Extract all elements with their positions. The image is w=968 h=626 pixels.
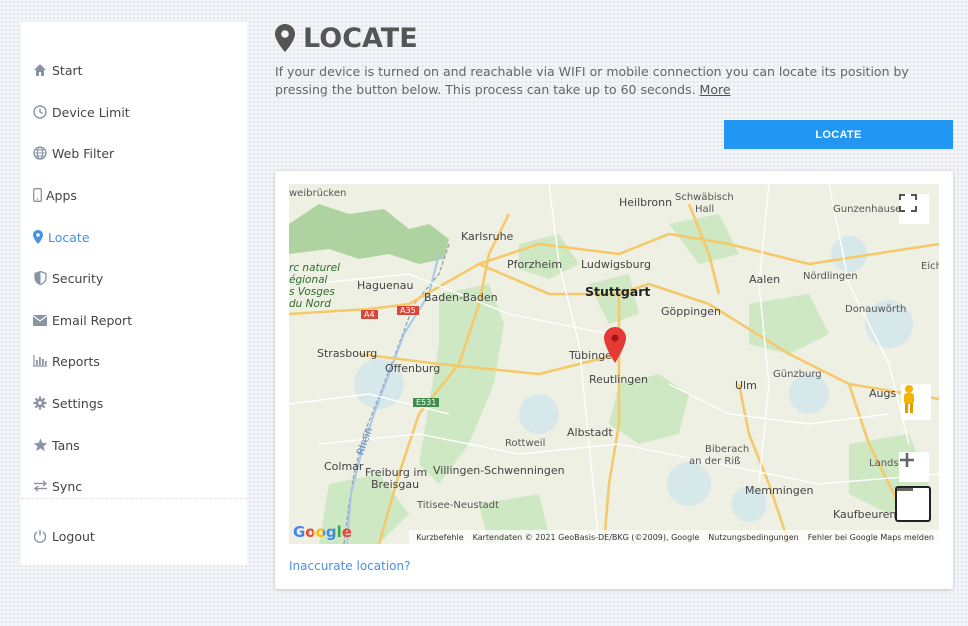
map-label: Göppingen	[661, 305, 721, 318]
zoom-out-button[interactable]	[895, 486, 931, 522]
map-label: Reutlingen	[589, 373, 649, 386]
map-label: Stuttgart	[585, 284, 651, 299]
map-label: du Nord	[289, 298, 331, 310]
sync-icon	[32, 478, 48, 494]
sidebar-item-label: Sync	[52, 478, 83, 494]
map-label: Rottweil	[505, 438, 546, 449]
sidebar-item-label: Settings	[52, 395, 104, 411]
envelope-icon	[32, 312, 48, 328]
sidebar-item-locate[interactable]: Locate	[32, 226, 90, 248]
map-label: Ulm	[735, 379, 757, 392]
logout-label: Logout	[52, 528, 95, 544]
map-label: Karlsruhe	[461, 230, 514, 243]
map-label: weibrücken	[289, 188, 347, 199]
map-label: Titisee-Neustadt	[417, 500, 499, 511]
map-label: Heilbronn	[619, 196, 673, 209]
sidebar-item-label: Locate	[48, 229, 90, 245]
sidebar-item-email-report[interactable]: Email Report	[32, 309, 132, 331]
map-label: Aalen	[749, 273, 781, 286]
sidebar-item-settings[interactable]: Settings	[32, 392, 103, 414]
map-label: Baden-Baden	[424, 291, 498, 304]
sidebar-item-label: Reports	[52, 353, 100, 369]
map-label: an der Riß	[689, 456, 741, 467]
map-label: rc naturel	[289, 262, 340, 274]
sidebar-item-label: Web Filter	[52, 145, 115, 161]
phone-icon	[32, 187, 42, 203]
map-label: Pforzheim	[507, 258, 563, 271]
shortcuts-link[interactable]: Kurzbefehle	[416, 533, 463, 542]
sidebar-item-label: Email Report	[52, 312, 133, 328]
map-pin-icon	[275, 24, 295, 52]
report-error-link[interactable]: Fehler bei Google Maps melden	[808, 533, 934, 542]
map-card: weibrücken Heilbronn Schwäbisch Hall Gun…	[275, 171, 953, 589]
sidebar-item-sync[interactable]: Sync	[32, 475, 82, 497]
map-attribution: Kurzbefehle Kartendaten © 2021 GeoBasis-…	[409, 530, 939, 544]
map-label: Colmar	[324, 460, 364, 473]
map-label: Eich	[921, 261, 939, 272]
sidebar-divider	[21, 498, 247, 499]
intro-description: If your device is turned on and reachabl…	[275, 64, 909, 97]
map-label: Albstadt	[567, 426, 613, 439]
star-icon	[32, 437, 48, 453]
map-label: Villingen-Schwenningen	[433, 464, 565, 477]
logout-button[interactable]: Logout	[32, 525, 95, 547]
sidebar-item-tans[interactable]: Tans	[32, 434, 80, 456]
sidebar-item-label: Tans	[52, 437, 80, 453]
map-label: Hall	[695, 204, 715, 215]
sidebar-item-start[interactable]: Start	[32, 59, 83, 81]
map-label: Biberach	[705, 444, 750, 455]
sidebar-item-label: Security	[52, 270, 104, 286]
sidebar-item-device-limit[interactable]: Device Limit	[32, 101, 130, 123]
sidebar-item-label: Start	[52, 62, 83, 78]
map-label: s Vosges	[289, 286, 335, 298]
map-label: Breisgau	[371, 478, 420, 491]
map-label: Lands	[869, 458, 899, 469]
sidebar-item-label: Device Limit	[52, 104, 130, 120]
sidebar-item-label: Apps	[46, 187, 77, 203]
locate-button[interactable]: LOCATE	[724, 120, 953, 149]
sidebar-item-security[interactable]: Security	[32, 267, 103, 289]
zoom-in-button[interactable]	[899, 452, 929, 482]
sidebar-item-reports[interactable]: Reports	[32, 350, 100, 372]
map-label: Memmingen	[745, 484, 814, 497]
gear-icon	[32, 395, 48, 411]
street-view-pegman[interactable]	[901, 384, 931, 420]
road-shield: A4	[361, 310, 378, 319]
map-label: Donauwörth	[845, 304, 907, 315]
map-label: égional	[289, 274, 328, 286]
map-label: Günzburg	[773, 369, 822, 380]
sidebar-item-apps[interactable]: Apps	[32, 184, 77, 206]
page-title: LOCATE	[275, 20, 418, 56]
google-logo[interactable]: Google	[293, 523, 352, 541]
home-icon	[32, 62, 48, 78]
map[interactable]: weibrücken Heilbronn Schwäbisch Hall Gun…	[289, 184, 939, 544]
intro-text: If your device is turned on and reachabl…	[275, 63, 955, 99]
map-label: Strasbourg	[317, 347, 378, 360]
road-shield: E531	[413, 398, 440, 407]
power-icon	[32, 528, 48, 544]
page-title-text: LOCATE	[303, 22, 418, 54]
sidebar: Start Device Limit Web Filter Apps Locat…	[21, 22, 247, 565]
map-label: Offenburg	[385, 362, 441, 375]
map-label: Gunzenhause	[833, 204, 902, 215]
sidebar-item-web-filter[interactable]: Web Filter	[32, 142, 114, 164]
more-link[interactable]: More	[700, 82, 731, 97]
map-label: Kaufbeuren	[833, 508, 897, 521]
map-data-credit: Kartendaten © 2021 GeoBasis-DE/BKG (©200…	[472, 532, 700, 542]
bar-chart-icon	[32, 353, 48, 369]
road-shield: A35	[397, 306, 419, 315]
shield-icon	[32, 270, 48, 286]
globe-icon	[32, 145, 48, 161]
map-pin-icon	[32, 229, 44, 245]
terms-link[interactable]: Nutzungsbedingungen	[708, 533, 798, 542]
inaccurate-location-link[interactable]: Inaccurate location?	[289, 559, 410, 573]
map-label: Schwäbisch	[675, 192, 734, 203]
map-label: Ludwigsburg	[581, 258, 651, 271]
fullscreen-button[interactable]	[899, 194, 929, 224]
map-label: Nördlingen	[803, 271, 858, 282]
clock-icon	[32, 104, 48, 120]
map-label: Haguenau	[357, 279, 414, 292]
map-label: Augs	[869, 387, 897, 400]
